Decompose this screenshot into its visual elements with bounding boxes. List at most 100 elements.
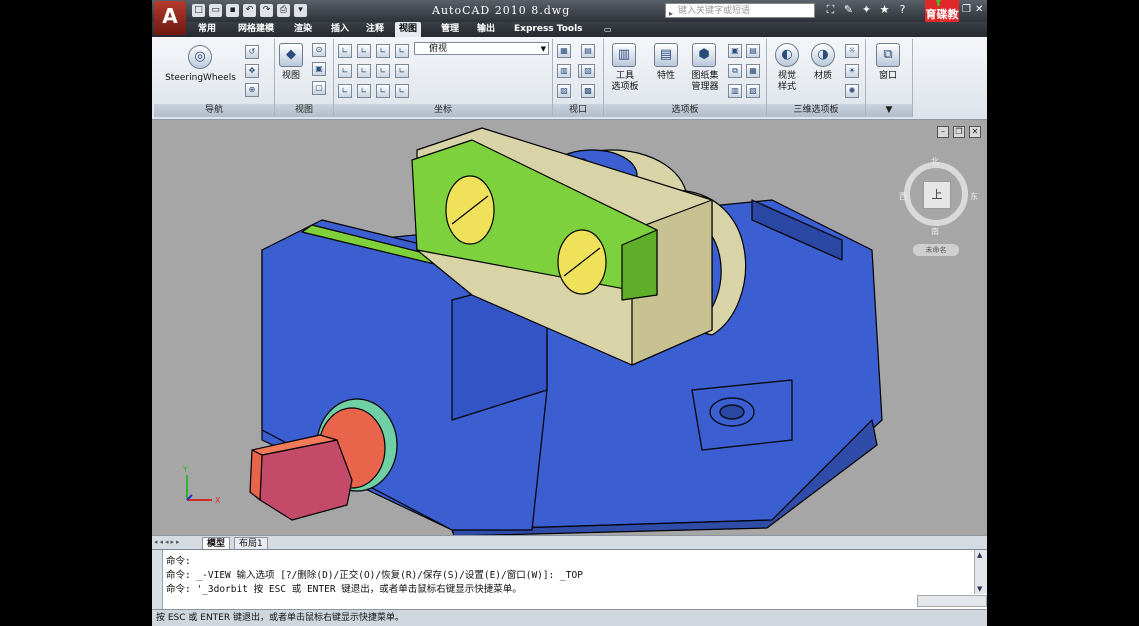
markup-icon[interactable]: ▤	[746, 44, 760, 58]
communication-center-icon[interactable]: ✎	[842, 3, 855, 17]
tool-palettes-label[interactable]: 工具 选项板	[606, 71, 644, 93]
scroll-down-icon[interactable]: ▼	[977, 585, 982, 593]
render-icon[interactable]: ✺	[845, 84, 859, 98]
ucs-face-icon[interactable]: ∟	[395, 44, 409, 58]
sheet-set-label[interactable]: 图纸集 管理器	[684, 71, 726, 93]
tab-mesh-modeling[interactable]: 网格建模	[234, 22, 278, 37]
view-button-label[interactable]: 视图	[277, 71, 305, 82]
command-line-icon[interactable]: ▥	[728, 84, 742, 98]
tab-render[interactable]: 渲染	[290, 22, 316, 37]
save-icon[interactable]: ▪	[226, 4, 239, 17]
tab-output[interactable]: 输出	[473, 22, 499, 37]
new-file-icon[interactable]: □	[192, 4, 205, 17]
panel-3d-palettes: ◐ 视觉 样式 ◑ 材质 ☼ ☀ ✺ 三维选项板	[767, 39, 866, 117]
drawing-viewport[interactable]: Y X – ❐ ✕ 北 西 东 南 上 未命名	[152, 120, 987, 535]
visual-styles-label[interactable]: 视觉 样式	[769, 71, 805, 93]
ucs-x-icon[interactable]: ∟	[338, 64, 352, 78]
command-scrollbar[interactable]: ▲ ▼	[974, 550, 987, 594]
ucs-z-icon[interactable]: ∟	[376, 64, 390, 78]
materials-icon[interactable]: ◑	[811, 43, 835, 67]
zoom-icon[interactable]: ⊕	[245, 83, 259, 97]
tab-manage[interactable]: 管理	[437, 22, 463, 37]
restore-icon[interactable]: ❐	[962, 4, 971, 15]
panel-palettes-title: 选项板	[604, 104, 766, 117]
materials-label[interactable]: 材质	[807, 71, 839, 82]
ucs-y-icon[interactable]: ∟	[357, 64, 371, 78]
command-window-grip[interactable]	[152, 550, 163, 610]
subscription-icon[interactable]: ✦	[860, 3, 873, 17]
tab-insert[interactable]: 插入	[327, 22, 353, 37]
viewcube-south[interactable]: 南	[931, 226, 939, 237]
viewport-join-icon[interactable]: ▥	[557, 64, 571, 78]
wcs-menu[interactable]: 未命名	[913, 244, 959, 256]
tab-annotate[interactable]: 注释	[362, 22, 388, 37]
properties-icon[interactable]: ▤	[654, 43, 678, 67]
undo-icon[interactable]: ↶	[243, 4, 256, 17]
viewport-minimize-icon[interactable]: –	[937, 126, 949, 138]
sun-icon[interactable]: ☀	[845, 64, 859, 78]
panel-navigate-title: 导航	[154, 104, 274, 117]
search-arrow-icon: ▸	[669, 9, 674, 18]
steering-wheel-icon[interactable]: ◎	[188, 45, 212, 69]
qat-dropdown-icon[interactable]: ▾	[294, 4, 307, 17]
lights-icon[interactable]: ☼	[845, 44, 859, 58]
tab-home[interactable]: 常用	[194, 22, 220, 37]
layout-nav-arrows-icon[interactable]: ◂◂◂▸▸	[154, 538, 182, 546]
3d-box-icon[interactable]: ▢	[312, 81, 326, 95]
status-bar: 按 ESC 或 ENTER 键退出，或者单击鼠标右键显示快捷菜单。	[152, 609, 987, 626]
ribbon: ◎ SteeringWheels ↺ ✥ ⊕ 导航 ◆ 视图 ⊙ ▣ ▢ 视图 …	[152, 37, 987, 120]
viewport-poly-icon[interactable]: ▨	[557, 84, 571, 98]
quickcalc-icon[interactable]: ▦	[746, 64, 760, 78]
scroll-up-icon[interactable]: ▲	[977, 551, 982, 559]
ribbon-minimize-icon[interactable]: ▭	[600, 22, 616, 37]
close-icon[interactable]: ✕	[975, 4, 983, 15]
steeringwheels-label[interactable]: SteeringWheels	[158, 73, 243, 84]
ucs-object-icon[interactable]: ∟	[376, 84, 390, 98]
viewport-close-icon[interactable]: ✕	[969, 126, 981, 138]
print-icon[interactable]: ⎙	[277, 4, 290, 17]
viewport-object-icon[interactable]: ▩	[581, 84, 595, 98]
orbit-icon[interactable]: ↺	[245, 45, 259, 59]
horizontal-scrollbar[interactable]	[917, 595, 987, 607]
camera-icon[interactable]: ▣	[312, 62, 326, 76]
pan-icon[interactable]: ✥	[245, 64, 259, 78]
tab-view[interactable]: 视图	[395, 22, 422, 37]
open-file-icon[interactable]: ▭	[209, 4, 222, 17]
viewcube-face-top[interactable]: 上	[923, 181, 951, 209]
viewcube[interactable]: 上	[904, 162, 968, 226]
ucs-3point-icon[interactable]: ∟	[395, 84, 409, 98]
ucs-view-icon[interactable]: ∟	[357, 84, 371, 98]
help-icon[interactable]: ?	[896, 3, 909, 17]
ucs-named-dropdown[interactable]: 俯视 ▼	[414, 42, 549, 55]
vise-3d-model: Y X	[182, 127, 883, 535]
named-viewport-icon[interactable]: ▤	[581, 44, 595, 58]
search-input[interactable]: ▸ 键入关键字或短语	[665, 3, 815, 18]
visual-styles-icon[interactable]: ◐	[775, 43, 799, 67]
ucs-previous-icon[interactable]: ∟	[376, 44, 390, 58]
view-cube-icon[interactable]: ◆	[279, 43, 303, 67]
application-menu-button[interactable]: A	[154, 1, 186, 35]
window-button-label[interactable]: 窗口	[872, 71, 904, 82]
viewport-maximize-icon[interactable]: ❐	[953, 126, 965, 138]
command-window[interactable]: 命令: 命令: _-VIEW 输入选项 [?/删除(D)/正交(O)/恢复(R)…	[152, 549, 987, 610]
ucs-world-icon[interactable]: ∟	[357, 44, 371, 58]
command-history-line: 命令:	[166, 556, 191, 567]
binoculars-icon[interactable]: ⛶	[824, 3, 837, 17]
properties-label[interactable]: 特性	[648, 71, 684, 82]
ucs-origin-icon[interactable]: ∟	[338, 84, 352, 98]
tab-express-tools[interactable]: Express Tools	[510, 22, 587, 37]
named-views-icon[interactable]: ⊙	[312, 43, 326, 57]
switch-windows-icon[interactable]: ⧉	[876, 43, 900, 67]
design-center-icon[interactable]: ▣	[728, 44, 742, 58]
calc-icon[interactable]: ▧	[746, 84, 760, 98]
viewcube-east[interactable]: 东	[970, 191, 978, 202]
redo-icon[interactable]: ↷	[260, 4, 273, 17]
sheet-set-icon[interactable]: ⬢	[692, 43, 716, 67]
ucs-zaxis-icon[interactable]: ∟	[395, 64, 409, 78]
tool-palettes-icon[interactable]: ▥	[612, 43, 636, 67]
viewport-config-icon[interactable]: ▦	[557, 44, 571, 58]
favorites-icon[interactable]: ★	[878, 3, 891, 17]
viewport-clip-icon[interactable]: ▧	[581, 64, 595, 78]
ucs-icon[interactable]: ∟	[338, 44, 352, 58]
dbconnect-icon[interactable]: ⧉	[728, 64, 742, 78]
